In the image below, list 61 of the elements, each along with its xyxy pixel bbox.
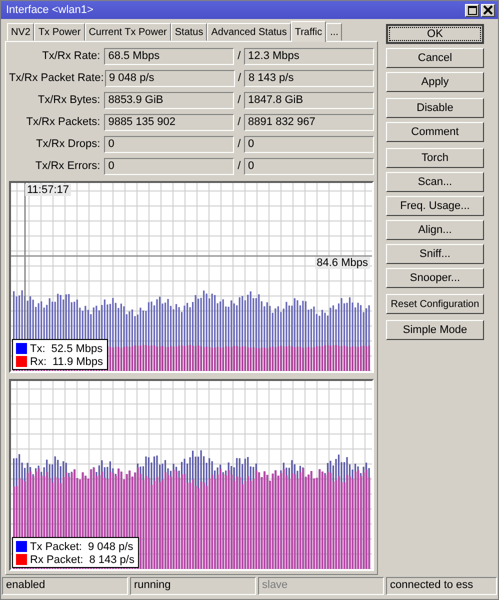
value-field: 12.3 Mbps <box>244 48 374 64</box>
legend-value: 52.5 Mbps <box>51 342 103 354</box>
maximize-icon[interactable] <box>465 4 479 16</box>
status-cell: slave <box>258 577 384 595</box>
field-label: Tx/Rx Drops: <box>35 138 102 150</box>
status-cell: connected to ess <box>386 577 497 595</box>
value-field: 0 <box>104 136 234 152</box>
action-button[interactable]: Torch <box>386 148 484 168</box>
action-button[interactable]: Cancel <box>386 48 484 68</box>
action-button[interactable]: OK <box>386 24 484 44</box>
value-field: 9 048 p/s <box>105 70 235 86</box>
field-label: Tx/Rx Packet Rate: <box>9 72 105 84</box>
value-field: 1847.8 GiB <box>244 92 374 108</box>
separator-text: / <box>236 50 242 62</box>
value-field: 8891 832 967 <box>244 114 374 130</box>
max-rate-label: 84.6 Mbps <box>314 257 370 269</box>
legend-value: 11.9 Mbps <box>52 356 104 368</box>
action-button[interactable]: Simple Mode <box>386 320 484 340</box>
tab[interactable]: Advanced Status <box>207 23 291 41</box>
action-button[interactable]: Scan... <box>386 172 484 192</box>
separator-text: / <box>236 138 242 150</box>
action-button[interactable]: Freq. Usage... <box>386 196 484 216</box>
value-field: 9885 135 902 <box>104 114 234 130</box>
action-button[interactable]: Disable <box>386 98 484 118</box>
field-label: Tx/Rx Rate: <box>41 50 102 62</box>
status-cell: running <box>130 577 256 595</box>
tab[interactable]: Traffic <box>290 21 326 42</box>
action-button[interactable]: Apply <box>386 72 484 92</box>
legend-name: Tx: <box>30 342 46 354</box>
status-cell: enabled <box>2 577 128 595</box>
action-button[interactable]: Reset Configuration <box>386 294 484 314</box>
legend-value: 9 048 p/s <box>88 540 134 552</box>
separator-text: / <box>236 116 242 128</box>
tab[interactable]: Status <box>170 23 208 41</box>
value-field: 8853.9 GiB <box>104 92 234 108</box>
window-title: Interface <wlan1> <box>6 4 94 16</box>
field-label: Tx/Rx Errors: <box>34 160 102 172</box>
separator-text: / <box>236 72 242 84</box>
time-label: 11:57:17 <box>25 184 72 196</box>
tab[interactable]: NV2 <box>7 23 34 41</box>
legend-name: Rx: <box>30 356 46 368</box>
value-field: 68.5 Mbps <box>104 48 234 64</box>
legend-name: Rx Packet: <box>30 554 84 566</box>
legend-name: Tx Packet: <box>30 540 82 552</box>
value-field: 0 <box>104 158 234 174</box>
action-button[interactable]: Comment <box>386 122 484 142</box>
value-field: 0 <box>244 158 374 174</box>
tab[interactable]: Tx Power <box>34 23 85 41</box>
tab[interactable]: ... <box>326 23 342 41</box>
legend-value: 8 143 p/s <box>89 554 134 566</box>
value-field: 0 <box>244 136 374 152</box>
action-button[interactable]: Sniff... <box>386 244 484 264</box>
value-field: 8 143 p/s <box>244 70 374 86</box>
field-label: Tx/Rx Bytes: <box>36 94 102 106</box>
tab[interactable]: Current Tx Power <box>84 23 171 41</box>
close-icon[interactable] <box>481 4 495 16</box>
separator-text: / <box>236 94 242 106</box>
separator-text: / <box>236 160 242 172</box>
action-button[interactable]: Align... <box>386 220 484 240</box>
field-label: Tx/Rx Packets: <box>25 116 102 128</box>
action-button[interactable]: Snooper... <box>386 268 484 288</box>
